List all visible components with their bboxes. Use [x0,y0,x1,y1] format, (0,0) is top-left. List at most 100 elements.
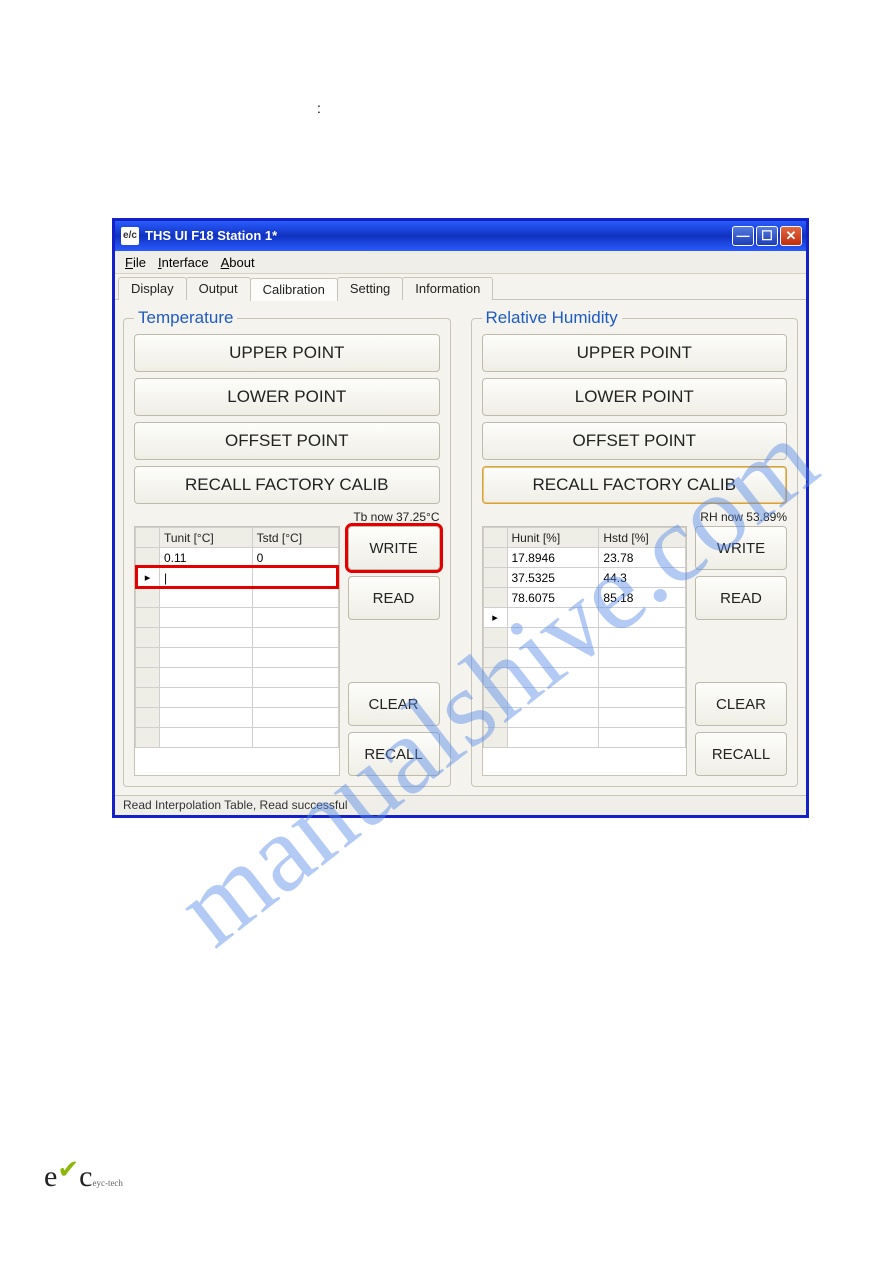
row-header [483,728,507,748]
menu-interface[interactable]: Interface [158,255,209,270]
statusbar: Read Interpolation Table, Read successfu… [115,795,806,815]
temp-read-button[interactable]: READ [348,576,440,620]
app-logo-icon: e/c [121,227,139,245]
titlebar: e/c THS UI F18 Station 1* — ☐ ✕ [115,221,806,251]
table-cell[interactable]: 0 [252,548,338,568]
row-header [136,668,160,688]
table-cell[interactable] [252,568,338,588]
table-cell[interactable] [160,728,253,748]
table-cell[interactable] [599,648,686,668]
hum-recall-factory-button[interactable]: RECALL FACTORY CALIB [482,466,788,504]
table-cell[interactable] [252,688,338,708]
maximize-button[interactable]: ☐ [756,226,778,246]
temp-clear-button[interactable]: CLEAR [348,682,440,726]
table-cell[interactable] [160,588,253,608]
temp-upper-point-button[interactable]: UPPER POINT [134,334,440,372]
row-header [136,688,160,708]
hum-table[interactable]: Hunit [%]Hstd [%]17.894623.7837.532544.3… [482,526,688,776]
temp-recall-factory-button[interactable]: RECALL FACTORY CALIB [134,466,440,504]
hum-status-text: RH now 53.89% [482,510,788,524]
table-cell[interactable] [252,608,338,628]
footer-brand-logo: e✔ceyc-tech [44,1160,123,1194]
table-cell[interactable]: 0.11 [160,548,253,568]
tab-output[interactable]: Output [186,277,251,300]
menu-file[interactable]: File [125,255,146,270]
temp-write-button[interactable]: WRITE [348,526,440,570]
table-cell[interactable] [252,648,338,668]
hum-offset-point-button[interactable]: OFFSET POINT [482,422,788,460]
table-cell[interactable]: 37.5325 [507,568,599,588]
table-cell[interactable] [507,688,599,708]
row-header [483,588,507,608]
window-title: THS UI F18 Station 1* [145,228,277,243]
temp-recall-button[interactable]: RECALL [348,732,440,776]
temp-lower-point-button[interactable]: LOWER POINT [134,378,440,416]
page-text-colon: : [317,100,321,116]
hum-clear-button[interactable]: CLEAR [695,682,787,726]
row-header [483,708,507,728]
table-cell[interactable]: 44.3 [599,568,686,588]
table-cell[interactable] [252,588,338,608]
hum-read-button[interactable]: READ [695,576,787,620]
table-cell[interactable] [599,688,686,708]
tab-information[interactable]: Information [402,277,493,300]
table-cell[interactable]: | [160,568,253,588]
temp-status-text: Tb now 37.25°C [134,510,440,524]
minimize-button[interactable]: — [732,226,754,246]
table-cell[interactable] [599,628,686,648]
table-cell[interactable] [252,708,338,728]
table-cell[interactable] [160,708,253,728]
table-cell[interactable] [599,728,686,748]
menu-about[interactable]: About [221,255,255,270]
table-cell[interactable] [507,708,599,728]
hum-recall-button[interactable]: RECALL [695,732,787,776]
tabstrip: Display Output Calibration Setting Infor… [115,274,806,300]
row-header [483,668,507,688]
close-button[interactable]: ✕ [780,226,802,246]
row-header [136,708,160,728]
app-window: e/c THS UI F18 Station 1* — ☐ ✕ File Int… [112,218,809,818]
table-cell[interactable] [160,668,253,688]
table-cell[interactable] [599,608,686,628]
temp-table[interactable]: Tunit [°C]Tstd [°C]0.110| [134,526,340,776]
table-cell[interactable]: 78.6075 [507,588,599,608]
humidity-group: Relative Humidity UPPER POINT LOWER POIN… [471,308,799,787]
table-cell[interactable] [507,668,599,688]
humidity-legend: Relative Humidity [482,308,622,328]
tab-setting[interactable]: Setting [337,277,403,300]
hum-write-button[interactable]: WRITE [695,526,787,570]
menubar: File Interface About [115,251,806,275]
table-cell[interactable] [252,628,338,648]
row-header [136,588,160,608]
table-cell[interactable]: 85.18 [599,588,686,608]
table-cell[interactable] [160,688,253,708]
hum-upper-point-button[interactable]: UPPER POINT [482,334,788,372]
temperature-legend: Temperature [134,308,237,328]
row-header [483,688,507,708]
table-cell[interactable]: 17.8946 [507,548,599,568]
table-cell[interactable] [507,648,599,668]
row-header [136,628,160,648]
hum-lower-point-button[interactable]: LOWER POINT [482,378,788,416]
table-cell[interactable] [252,728,338,748]
row-header [136,568,160,588]
row-header [483,628,507,648]
table-cell[interactable]: 23.78 [599,548,686,568]
row-header [136,728,160,748]
table-cell[interactable] [599,668,686,688]
table-cell[interactable] [599,708,686,728]
row-header [483,548,507,568]
table-cell[interactable] [252,668,338,688]
table-cell[interactable] [160,628,253,648]
row-header [136,548,160,568]
content-area: Temperature UPPER POINT LOWER POINT OFFS… [115,300,806,795]
tab-display[interactable]: Display [118,277,187,300]
temp-offset-point-button[interactable]: OFFSET POINT [134,422,440,460]
table-cell[interactable] [507,628,599,648]
table-cell[interactable] [507,608,599,628]
temperature-group: Temperature UPPER POINT LOWER POINT OFFS… [123,308,451,787]
table-cell[interactable] [507,728,599,748]
tab-calibration[interactable]: Calibration [250,278,338,301]
table-cell[interactable] [160,648,253,668]
table-cell[interactable] [160,608,253,628]
